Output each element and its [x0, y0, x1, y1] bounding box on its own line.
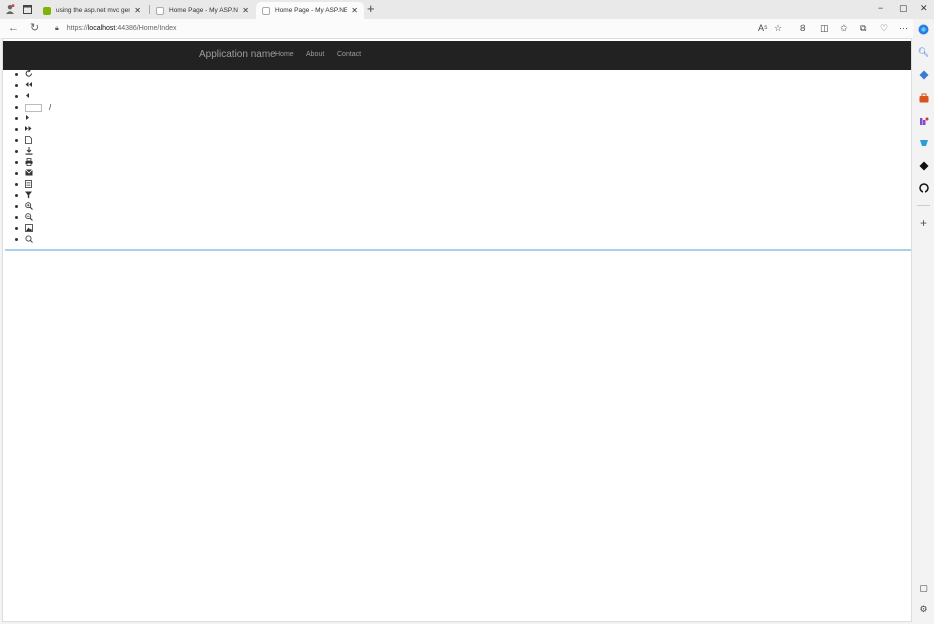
tab-favicon-icon: [156, 6, 164, 15]
report-viewer-toolbar: /: [15, 69, 51, 245]
tab-label: Home Page - My ASP.NET Applic: [169, 7, 238, 14]
download-icon[interactable]: [25, 146, 33, 157]
favorites-icon[interactable]: ✩: [840, 23, 848, 34]
games-icon[interactable]: [918, 115, 929, 126]
split-screen-icon[interactable]: ◫: [820, 23, 829, 34]
add-sidebar-app-icon[interactable]: +: [918, 216, 929, 230]
new-tab-button[interactable]: +: [367, 2, 375, 16]
outlook-icon[interactable]: [918, 160, 929, 171]
list-item: [15, 135, 51, 146]
profile-icon[interactable]: [4, 3, 16, 15]
hide-sidebar-icon[interactable]: ▢: [918, 583, 929, 594]
list-item: [15, 223, 51, 234]
browser-essentials-icon[interactable]: ♡: [880, 23, 888, 34]
last-page-icon[interactable]: [25, 125, 32, 134]
document-icon[interactable]: [25, 135, 32, 146]
list-item: [15, 146, 51, 157]
list-item: [15, 212, 51, 223]
github-icon[interactable]: [918, 182, 929, 193]
tab-favicon-icon: [43, 6, 51, 15]
tab-1[interactable]: using the asp.net mvc generic la ✕: [37, 2, 147, 19]
list-item: [15, 201, 51, 212]
edge-sidebar: 🔍︎ + ▢ ⚙: [913, 19, 934, 624]
zoom-out-icon[interactable]: [25, 212, 33, 223]
print-icon[interactable]: [25, 157, 33, 168]
tab-label: using the asp.net mvc generic la: [56, 7, 131, 14]
page-viewport: Application name Home About Contact /: [2, 38, 912, 622]
back-arrow-icon[interactable]: ←: [8, 22, 19, 35]
email-icon[interactable]: [25, 169, 33, 178]
extension-icon[interactable]: Ȣ: [800, 23, 805, 34]
list-item: [15, 91, 51, 102]
tools-icon[interactable]: [918, 92, 929, 103]
refresh-icon[interactable]: ↻: [30, 22, 39, 35]
search-icon[interactable]: 🔍︎: [918, 47, 929, 58]
collections-icon[interactable]: ⧉: [860, 23, 866, 34]
list-item: [15, 179, 51, 190]
address-bar[interactable]: 🔒︎ https://localhost:44386/Home/Index: [46, 21, 791, 36]
page-number-input[interactable]: [25, 103, 42, 112]
lock-icon[interactable]: 🔒︎: [55, 25, 59, 33]
list-item: [15, 234, 51, 245]
office-icon[interactable]: [918, 137, 929, 148]
close-window-button[interactable]: ✕: [920, 3, 928, 14]
list-item: [15, 80, 51, 91]
tab-2[interactable]: Home Page - My ASP.NET Applic ✕: [150, 2, 255, 19]
brand-link[interactable]: Application name: [199, 49, 276, 60]
list-item: [15, 157, 51, 168]
restore-button[interactable]: ▢: [899, 3, 908, 14]
tab-close-icon[interactable]: ✕: [351, 6, 358, 15]
nav-link-contact[interactable]: Contact: [337, 51, 361, 58]
read-aloud-icon[interactable]: A⁵: [758, 23, 768, 34]
copilot-icon[interactable]: [918, 24, 929, 35]
more-menu-icon[interactable]: ···: [899, 23, 908, 34]
filter-icon[interactable]: [25, 191, 32, 201]
sidebar-divider: [917, 205, 930, 206]
address-bar-row: ← ↻ 🔒︎ https://localhost:44386/Home/Inde…: [0, 19, 934, 38]
tab-close-icon[interactable]: ✕: [134, 6, 141, 15]
favorite-star-icon[interactable]: ☆: [774, 23, 782, 34]
tab-3-active[interactable]: Home Page - My ASP.NET Applic ✕: [256, 2, 364, 19]
list-item: [15, 124, 51, 135]
zoom-in-icon[interactable]: [25, 201, 33, 212]
nav-link-home[interactable]: Home: [275, 51, 294, 58]
refresh-icon[interactable]: [25, 69, 33, 80]
search-icon[interactable]: [25, 235, 33, 245]
browser-tab-strip: using the asp.net mvc generic la ✕ Home …: [0, 0, 934, 19]
report-area-divider: [5, 249, 911, 251]
list-item: [15, 168, 51, 179]
tab-label: Home Page - My ASP.NET Applic: [275, 7, 348, 14]
tab-close-icon[interactable]: ✕: [242, 6, 249, 15]
page-setup-icon[interactable]: [25, 179, 32, 190]
list-item: [15, 190, 51, 201]
list-item: [15, 113, 51, 124]
nav-link-about[interactable]: About: [306, 51, 324, 58]
tab-favicon-icon: [262, 6, 270, 15]
site-navbar: Application name Home About Contact: [3, 41, 911, 70]
page-separator: /: [49, 103, 52, 112]
next-page-icon[interactable]: [25, 114, 30, 123]
tab-actions-icon[interactable]: [21, 3, 33, 15]
url-text: https://localhost:44386/Home/Index: [66, 25, 177, 32]
shopping-icon[interactable]: [918, 69, 929, 80]
settings-gear-icon[interactable]: ⚙: [918, 604, 929, 615]
first-page-icon[interactable]: [25, 81, 32, 90]
image-icon[interactable]: [25, 223, 33, 234]
list-item: /: [15, 102, 51, 113]
previous-page-icon[interactable]: [25, 92, 30, 101]
minimize-button[interactable]: −: [878, 3, 883, 13]
list-item: [15, 69, 51, 80]
